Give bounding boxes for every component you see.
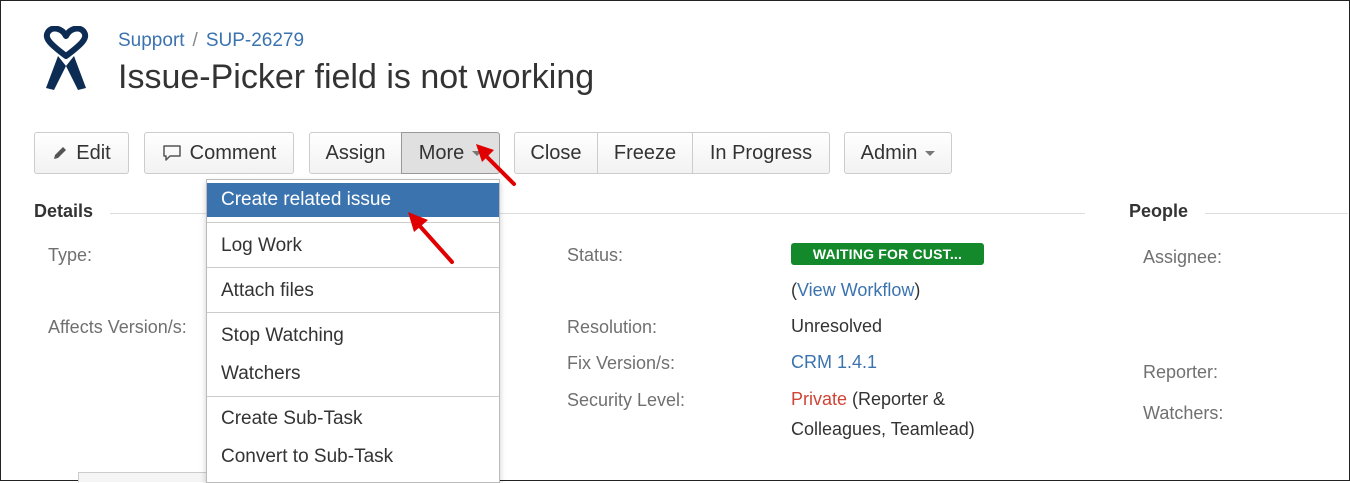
freeze-button[interactable]: Freeze <box>597 132 693 174</box>
status-badge: WAITING FOR CUST... <box>791 243 984 265</box>
security-level-detail-2: Colleagues, Teamlead) <box>791 419 975 439</box>
affects-version-label: Affects Version/s: <box>48 317 187 337</box>
admin-button-label: Admin <box>860 141 918 164</box>
menu-item-attach-files[interactable]: Attach files <box>207 274 499 308</box>
close-button[interactable]: Close <box>514 132 598 174</box>
freeze-button-label: Freeze <box>613 141 677 164</box>
details-heading: Details <box>34 201 94 221</box>
chevron-down-icon <box>925 150 936 156</box>
edit-button-label: Edit <box>76 141 111 164</box>
comment-button-label: Comment <box>189 141 277 164</box>
breadcrumb: Support / SUP-26279 <box>118 30 304 52</box>
menu-item-log-work[interactable]: Log Work <box>207 229 499 263</box>
watchers-label: Watchers: <box>1143 403 1224 423</box>
menu-item-stop-watching[interactable]: Stop Watching <box>207 319 499 353</box>
menu-item-create-sub-task[interactable]: Create Sub-Task <box>207 402 499 436</box>
menu-divider <box>207 222 499 223</box>
security-level-label: Security Level: <box>567 390 686 410</box>
security-level-detail-1: (Reporter & <box>847 389 946 409</box>
breadcrumb-issue-key-link[interactable]: SUP-26279 <box>206 30 304 51</box>
security-private: Private <box>791 389 848 409</box>
pencil-icon <box>54 147 67 159</box>
breadcrumb-separator: / <box>192 30 198 51</box>
more-button-label: More <box>418 141 465 164</box>
type-label: Type: <box>48 245 93 265</box>
in-progress-button[interactable]: In Progress <box>692 132 830 174</box>
menu-item-create-related-issue[interactable]: Create related issue <box>207 183 499 217</box>
fix-version-link[interactable]: CRM 1.4.1 <box>791 347 877 377</box>
assign-button-label: Assign <box>325 141 386 164</box>
speech-bubble-icon <box>162 145 181 161</box>
resolution-value: Unresolved <box>791 316 883 336</box>
more-dropdown-menu: Create related issue Log Work Attach fil… <box>206 179 500 483</box>
people-heading: People <box>1129 201 1189 221</box>
project-logo-icon <box>43 26 89 90</box>
status-label: Status: <box>567 245 624 265</box>
menu-divider <box>207 267 499 268</box>
assign-more-group: Assign More <box>309 132 500 174</box>
view-workflow: (View Workflow) <box>791 275 920 305</box>
page-title: Issue-Picker field is not working <box>118 58 595 96</box>
security-level-value: Private (Reporter & Colleagues, Teamlead… <box>791 384 975 444</box>
comment-button[interactable]: Comment <box>144 132 294 174</box>
menu-divider <box>207 396 499 397</box>
fix-version-label: Fix Version/s: <box>567 353 676 373</box>
workflow-group: Close Freeze In Progress <box>514 132 830 174</box>
view-workflow-link[interactable]: View Workflow <box>797 280 914 300</box>
assignee-label: Assignee: <box>1143 247 1223 267</box>
menu-item-watchers[interactable]: Watchers <box>207 357 499 391</box>
menu-item-convert-to-sub-task[interactable]: Convert to Sub-Task <box>207 440 499 474</box>
menu-divider <box>207 312 499 313</box>
reporter-label: Reporter: <box>1143 362 1219 382</box>
more-button[interactable]: More <box>401 132 500 174</box>
people-divider <box>1205 213 1348 214</box>
close-button-label: Close <box>530 141 582 164</box>
edit-button[interactable]: Edit <box>34 132 129 174</box>
breadcrumb-project-link[interactable]: Support <box>118 30 185 51</box>
resolution-label: Resolution: <box>567 317 658 337</box>
assign-button[interactable]: Assign <box>309 132 402 174</box>
chevron-down-icon <box>472 150 483 156</box>
in-progress-button-label: In Progress <box>709 141 813 164</box>
admin-button[interactable]: Admin <box>844 132 952 174</box>
view-workflow-close-paren: ) <box>914 280 921 300</box>
